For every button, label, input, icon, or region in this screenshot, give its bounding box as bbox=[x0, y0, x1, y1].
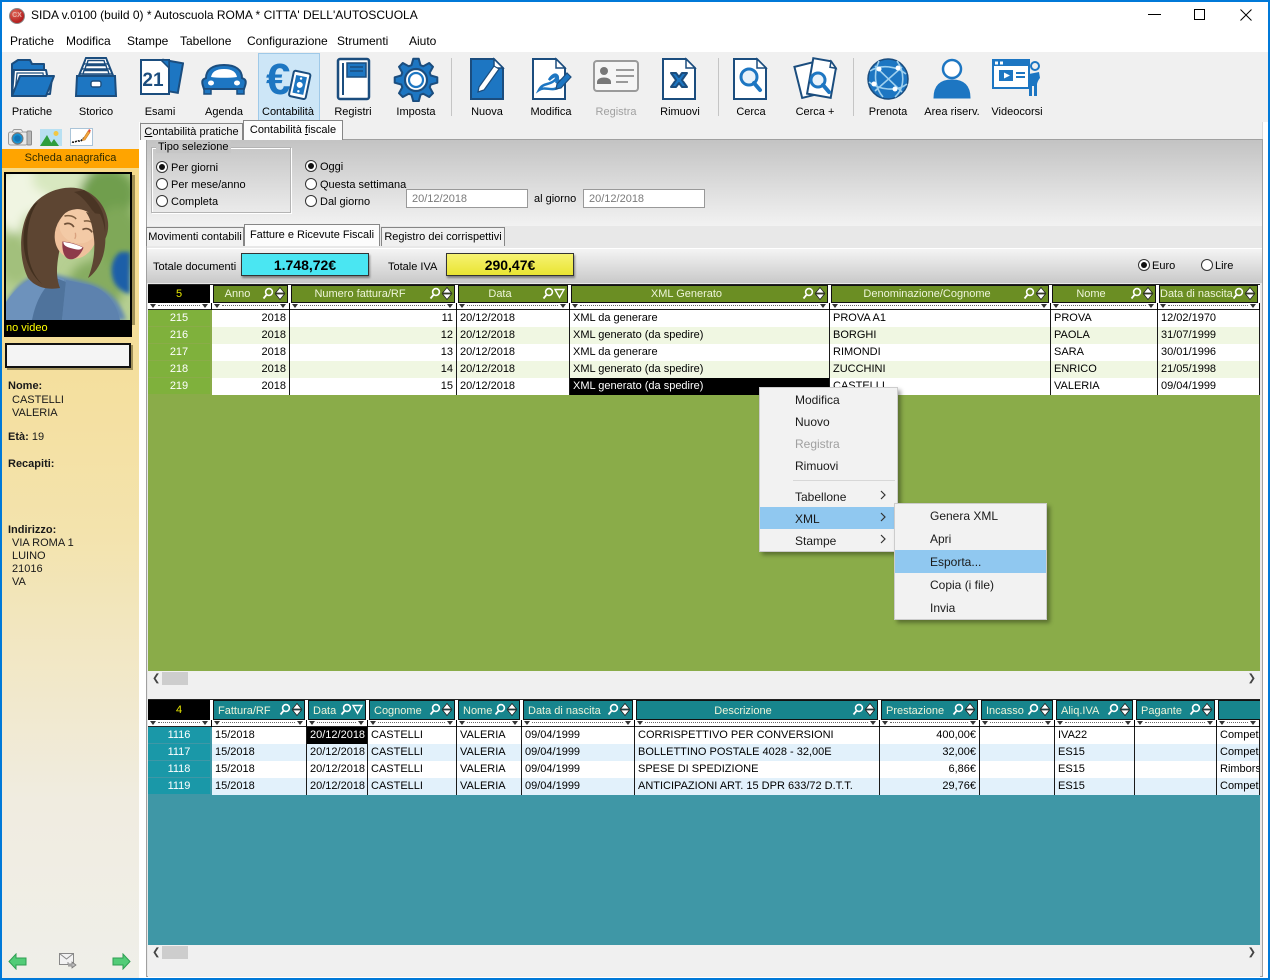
svg-text:€: € bbox=[266, 56, 290, 102]
svg-text:21: 21 bbox=[142, 70, 164, 91]
